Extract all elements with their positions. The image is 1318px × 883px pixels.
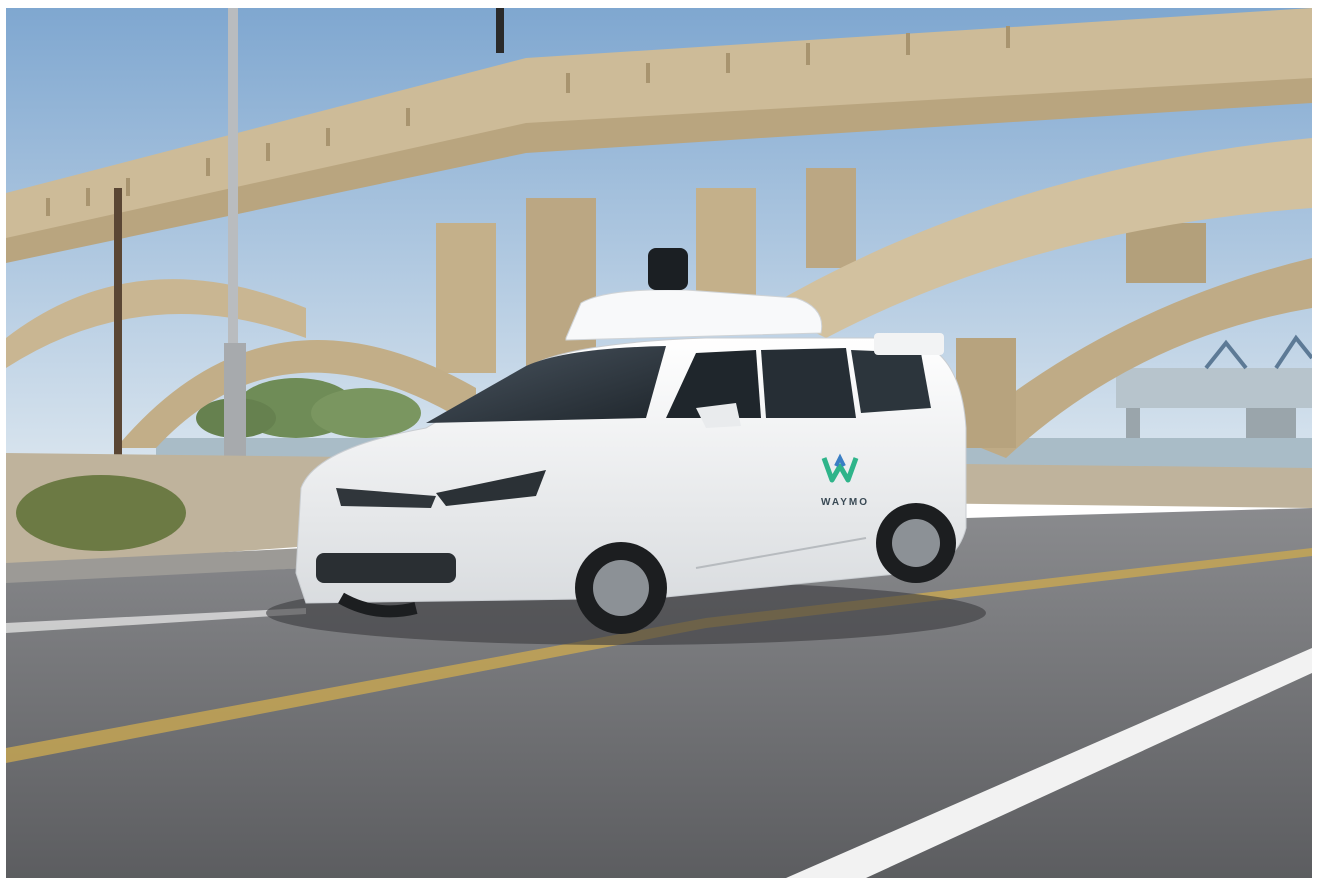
- photo-illustration: WAYMO: [6, 8, 1312, 878]
- lidar-dome-icon: [648, 248, 688, 290]
- shrub: [16, 475, 186, 551]
- photo-frame: WAYMO: [0, 0, 1318, 883]
- sign-post: [114, 188, 122, 488]
- scene: WAYMO: [6, 8, 1312, 878]
- waymo-logo-text: WAYMO: [821, 497, 869, 508]
